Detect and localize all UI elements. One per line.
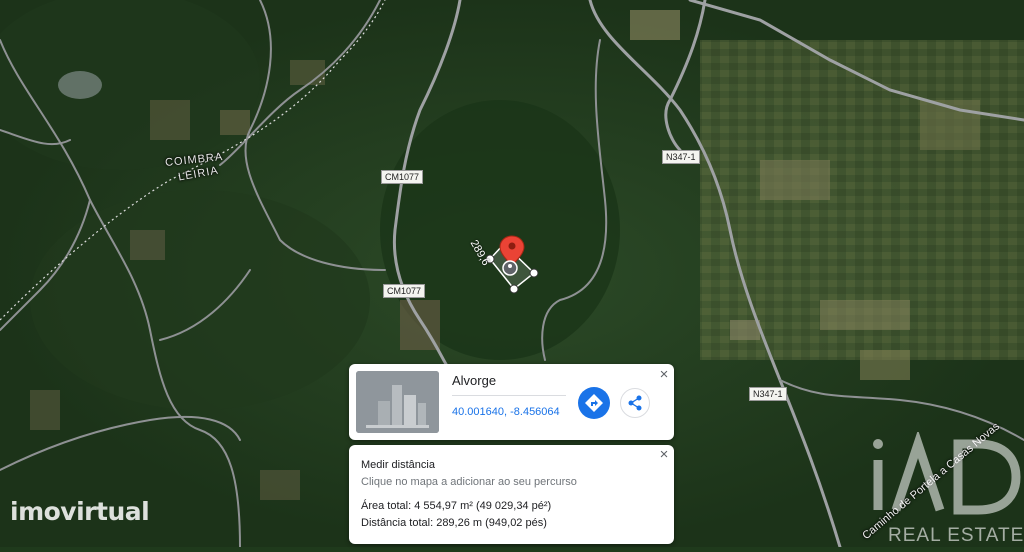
road-label-cm1077-south: CM1077 bbox=[383, 284, 426, 298]
road-label-cm1077-north: CM1077 bbox=[381, 170, 424, 184]
measure-distance-card: Medir distância Clique no mapa a adicion… bbox=[349, 445, 674, 544]
iad-watermark: REAL ESTATE bbox=[868, 429, 1024, 547]
iad-watermark-text: REAL ESTATE bbox=[888, 525, 1024, 546]
measure-total-distance: Distância total: 289,26 m (949,02 pés) bbox=[361, 517, 547, 529]
directions-icon bbox=[585, 394, 603, 412]
measure-total-area: Área total: 4 554,97 m² (49 029,34 pé²) bbox=[361, 500, 552, 512]
road-label-n347-1-south: N347-1 bbox=[749, 387, 787, 401]
measure-hint: Clique no mapa a adicionar ao seu percur… bbox=[361, 476, 577, 488]
share-icon bbox=[628, 395, 642, 411]
place-coordinates[interactable]: 40.001640, -8.456064 bbox=[452, 406, 560, 418]
measure-title: Medir distância bbox=[361, 459, 435, 471]
imovirtual-watermark: imovirtual bbox=[10, 497, 150, 526]
place-name: Alvorge bbox=[452, 373, 497, 388]
building-placeholder-icon bbox=[356, 371, 439, 433]
share-button[interactable] bbox=[620, 388, 650, 418]
road-label-n347-1-north: N347-1 bbox=[662, 150, 700, 164]
place-card-close-button[interactable]: × bbox=[657, 367, 671, 382]
place-thumbnail[interactable] bbox=[356, 371, 439, 433]
directions-button[interactable] bbox=[578, 387, 610, 419]
divider bbox=[452, 395, 566, 396]
measure-card-close-button[interactable]: × bbox=[657, 447, 671, 462]
place-info-card: Alvorge 40.001640, -8.456064 × bbox=[349, 364, 674, 440]
